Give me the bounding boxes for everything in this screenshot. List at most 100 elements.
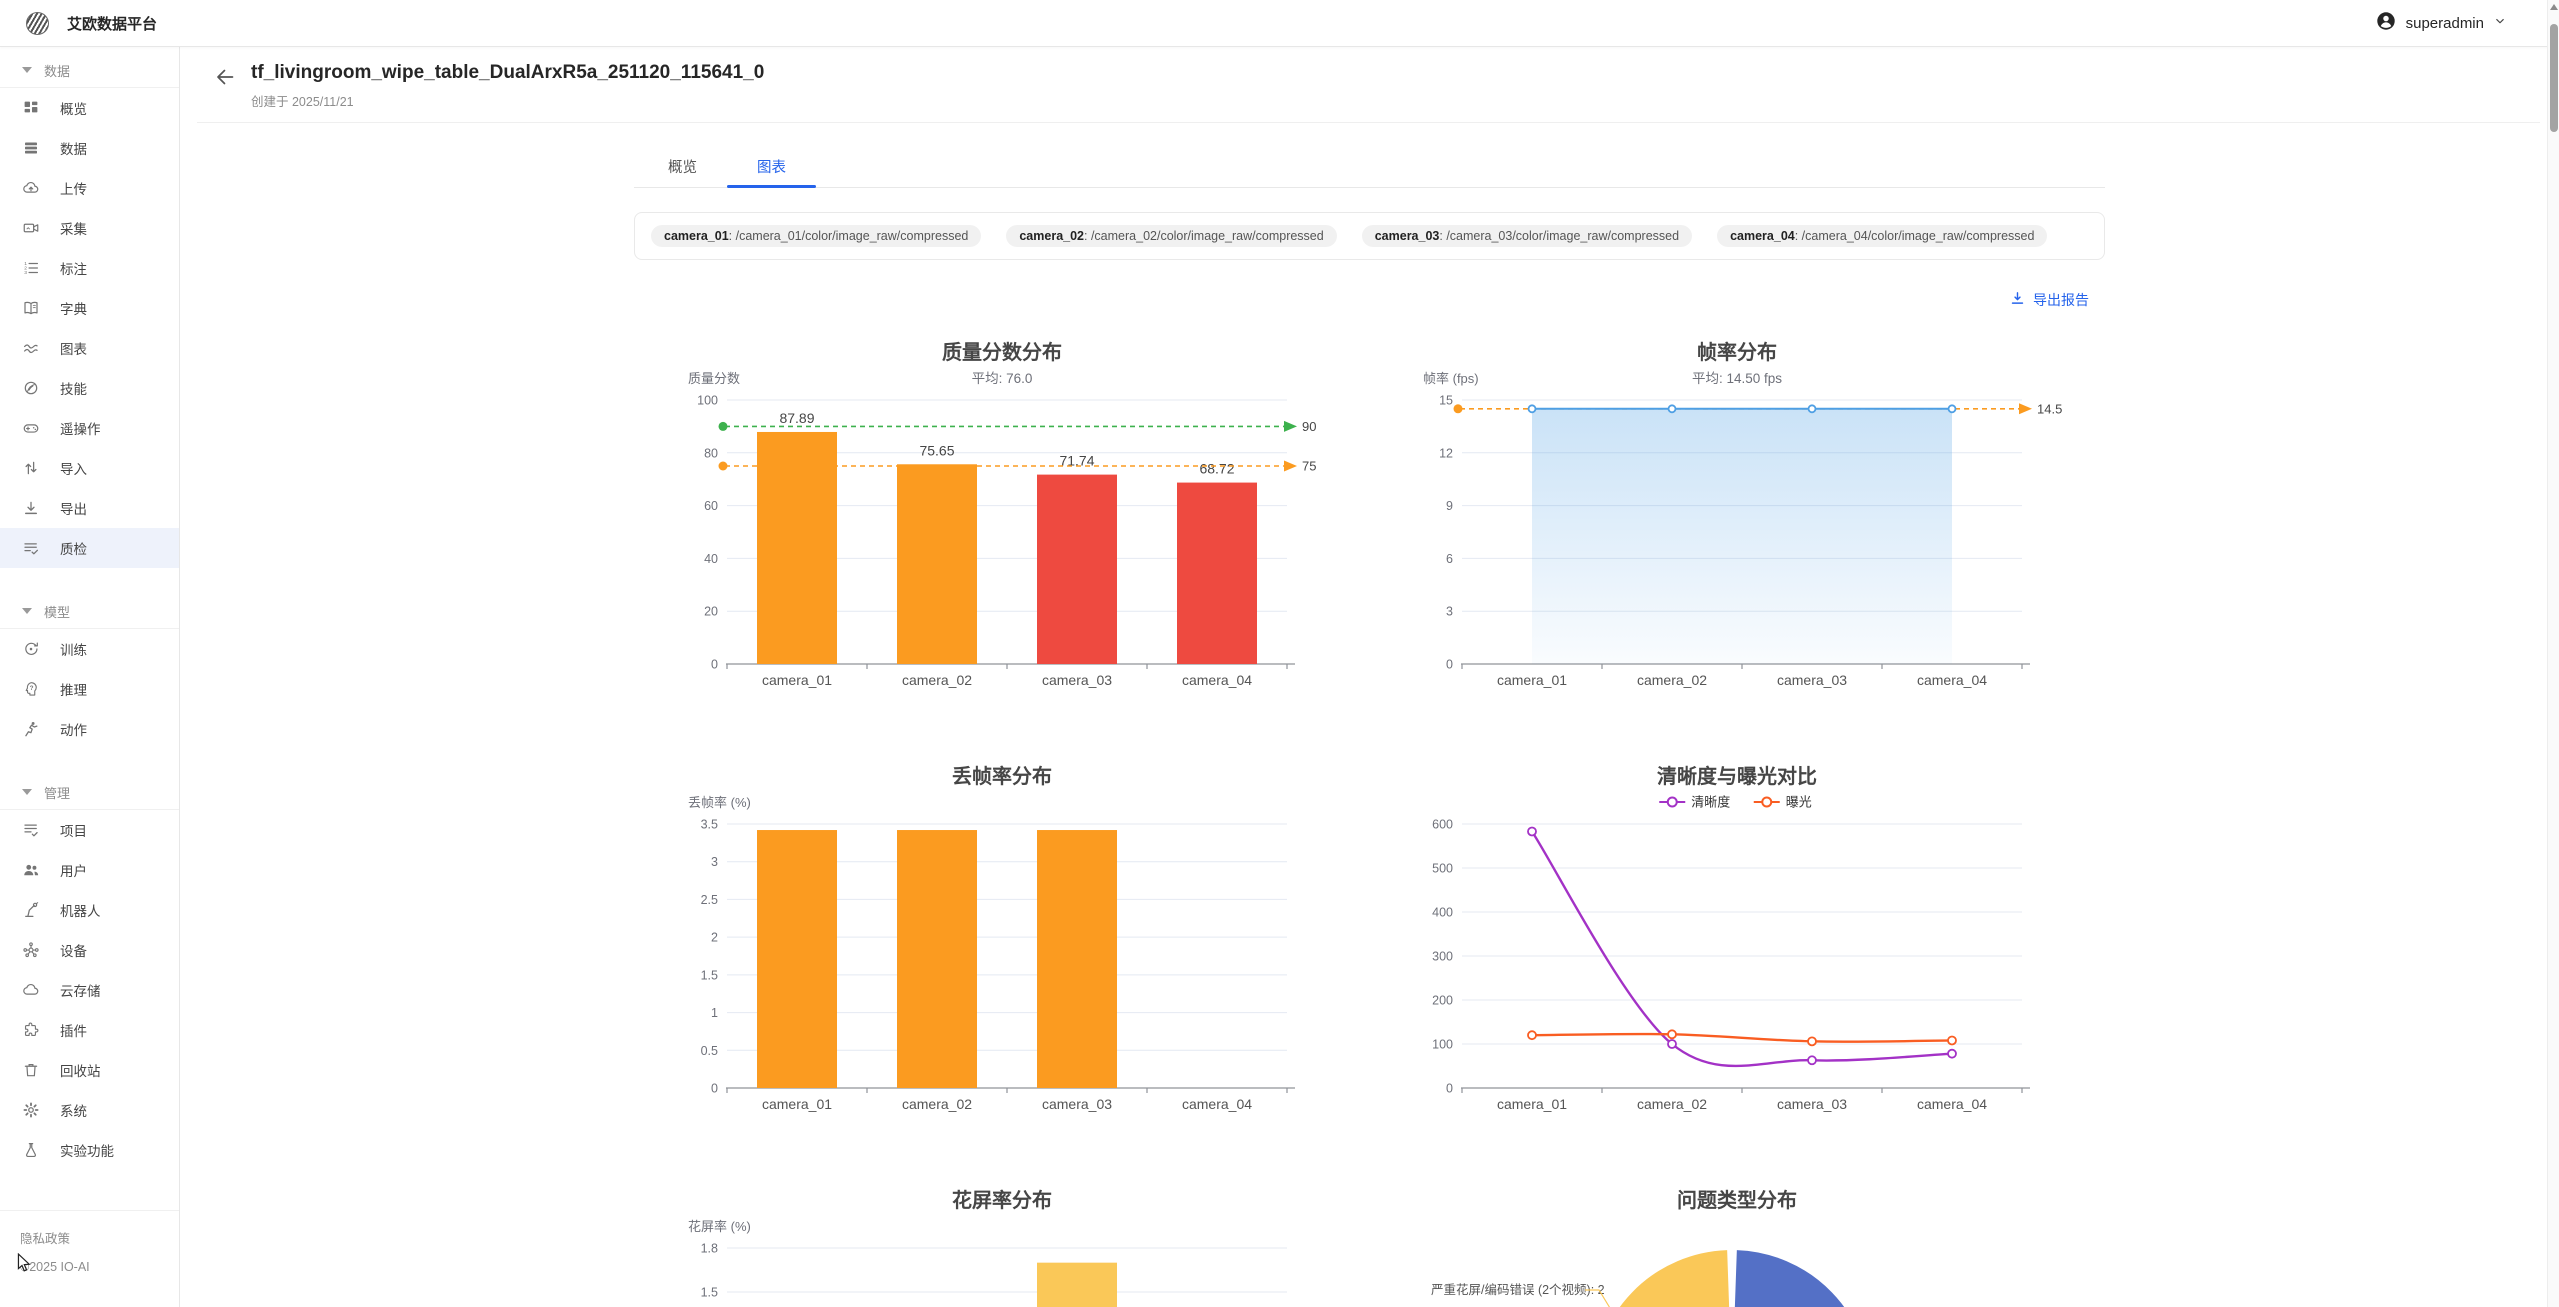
detail-card: 概览图表 camera_01: /camera_01/color/image_r…	[634, 146, 2105, 1307]
sidebar-item-推理[interactable]: ?推理	[0, 669, 179, 709]
sidebar-item-采集[interactable]: 采集	[0, 208, 179, 248]
svg-text:花屏率 (%): 花屏率 (%)	[688, 1219, 751, 1234]
sidebar-item-实验功能[interactable]: 实验功能	[0, 1130, 179, 1170]
sidebar-group-header[interactable]: 模型	[0, 594, 179, 628]
svg-text:3: 3	[1446, 605, 1453, 619]
svg-text:12: 12	[1439, 446, 1453, 460]
sidebar-item-label: 采集	[60, 218, 87, 238]
quality-check-icon	[22, 539, 40, 557]
ordered-list-icon: 123	[22, 259, 40, 277]
sidebar-item-系统[interactable]: 系统	[0, 1090, 179, 1130]
tab-图表[interactable]: 图表	[727, 146, 816, 187]
sidebar-item-标注[interactable]: 123标注	[0, 248, 179, 288]
sidebar-item-上传[interactable]: 上传	[0, 168, 179, 208]
sidebar-item-概览[interactable]: 概览	[0, 88, 179, 128]
chart-quality-svg: 质量分数分布平均: 76.0质量分数020406080100camera_01c…	[672, 334, 1332, 694]
svg-text:camera_03: camera_03	[1777, 1096, 1847, 1112]
user-menu[interactable]: superadmin	[2375, 10, 2507, 37]
svg-text:丢帧率分布: 丢帧率分布	[952, 764, 1052, 788]
tab-概览[interactable]: 概览	[638, 146, 727, 187]
svg-text:清晰度: 清晰度	[1692, 795, 1731, 810]
svg-text:camera_01: camera_01	[762, 1096, 832, 1112]
privacy-policy-link[interactable]: 隐私政策	[20, 1225, 179, 1253]
chart-fps-svg: 帧率分布平均: 14.50 fps帧率 (fps)03691215camera_…	[1407, 334, 2067, 694]
robot-arm-icon	[22, 901, 40, 919]
page-title: tf_livingroom_wipe_table_DualArxR5a_2511…	[251, 61, 764, 85]
sidebar-item-字典[interactable]: 字典	[0, 288, 179, 328]
chart-corruption: 花屏率分布花屏率 (%)00.30.60.91.21.51.8camera_01…	[634, 1182, 1370, 1307]
svg-text:帧率 (fps): 帧率 (fps)	[1423, 371, 1479, 386]
svg-text:0: 0	[711, 658, 718, 672]
sidebar-group-label: 管理	[44, 783, 70, 802]
gamepad-icon	[22, 419, 40, 437]
svg-text:200: 200	[1432, 994, 1453, 1008]
scroll-up-icon[interactable]	[2550, 4, 2558, 10]
import-arrows-icon	[22, 459, 40, 477]
download-icon	[22, 499, 40, 517]
sidebar-item-label: 动作	[60, 719, 87, 739]
sidebar-item-label: 云存储	[60, 980, 101, 1000]
app-logo-icon	[26, 12, 49, 35]
sidebar-item-遥操作[interactable]: 遥操作	[0, 408, 179, 448]
refresh-icon	[22, 640, 40, 658]
svg-text:平均: 14.50 fps: 平均: 14.50 fps	[1692, 371, 1782, 386]
svg-text:0: 0	[1446, 1082, 1453, 1096]
caret-down-icon	[22, 608, 32, 614]
svg-text:0: 0	[711, 1082, 718, 1096]
svg-text:camera_01: camera_01	[762, 672, 832, 688]
sidebar-item-图表[interactable]: 图表	[0, 328, 179, 368]
sidebar-item-label: 导出	[60, 498, 87, 518]
sidebar-item-label: 字典	[60, 298, 87, 318]
charts-grid: 质量分数分布平均: 76.0质量分数020406080100camera_01c…	[634, 334, 2105, 1307]
svg-text:87.89: 87.89	[779, 410, 814, 426]
sidebar-item-设备[interactable]: 设备	[0, 930, 179, 970]
svg-text:500: 500	[1432, 862, 1453, 876]
sidebar-item-动作[interactable]: 动作	[0, 709, 179, 749]
chart-quality: 质量分数分布平均: 76.0质量分数020406080100camera_01c…	[634, 334, 1370, 694]
sidebar-item-导入[interactable]: 导入	[0, 448, 179, 488]
sidebar-item-label: 数据	[60, 138, 87, 158]
svg-text:严重花屏/编码错误 (2个视频): 2: 严重花屏/编码错误 (2个视频): 2	[1431, 1282, 1605, 1297]
sidebar-group: 管理项目用户机器人设备云存储插件回收站系统实验功能	[0, 775, 179, 1170]
svg-text:camera_04: camera_04	[1182, 1096, 1252, 1112]
chart-issues: 问题类型分布严重花屏/编码错误 (2个视频): 2	[1370, 1182, 2106, 1307]
user-name: superadmin	[2406, 15, 2484, 32]
chart-issues-svg: 问题类型分布严重花屏/编码错误 (2个视频): 2	[1407, 1182, 2067, 1307]
runner-icon	[22, 720, 40, 738]
chevron-down-icon	[2493, 14, 2507, 33]
sidebar-group-header[interactable]: 数据	[0, 53, 179, 87]
head-question-icon: ?	[22, 680, 40, 698]
tab-bar: 概览图表	[634, 146, 2105, 188]
export-report-button[interactable]: 导出报告	[2009, 290, 2089, 310]
sidebar-item-技能[interactable]: 技能	[0, 368, 179, 408]
sidebar-group-header[interactable]: 管理	[0, 775, 179, 809]
trash-icon	[22, 1061, 40, 1079]
sidebar-footer: 隐私政策 ©2025 IO-AI	[0, 1210, 179, 1281]
svg-text:3: 3	[24, 270, 27, 276]
topbar: 艾欧数据平台 superadmin	[0, 0, 2559, 47]
svg-text:camera_03: camera_03	[1042, 672, 1112, 688]
sidebar-item-label: 质检	[60, 538, 87, 558]
svg-text:15: 15	[1439, 394, 1453, 408]
sidebar-item-导出[interactable]: 导出	[0, 488, 179, 528]
svg-text:1.5: 1.5	[700, 1286, 717, 1300]
sidebar-item-用户[interactable]: 用户	[0, 850, 179, 890]
svg-text:camera_02: camera_02	[902, 672, 972, 688]
sidebar-item-label: 图表	[60, 338, 87, 358]
svg-text:75: 75	[1302, 459, 1316, 474]
sidebar-item-项目[interactable]: 项目	[0, 810, 179, 850]
sidebar-item-质检[interactable]: 质检	[0, 528, 179, 568]
sidebar-item-回收站[interactable]: 回收站	[0, 1050, 179, 1090]
sidebar-item-label: 上传	[60, 178, 87, 198]
sidebar-item-训练[interactable]: 训练	[0, 629, 179, 669]
sidebar-item-插件[interactable]: 插件	[0, 1010, 179, 1050]
device-nodes-icon	[22, 941, 40, 959]
svg-text:1.8: 1.8	[700, 1242, 717, 1256]
sidebar-item-机器人[interactable]: 机器人	[0, 890, 179, 930]
scrollbar-thumb[interactable]	[2550, 24, 2558, 132]
sidebar-item-云存储[interactable]: 云存储	[0, 970, 179, 1010]
back-arrow-icon[interactable]	[213, 65, 237, 89]
sidebar-item-数据[interactable]: 数据	[0, 128, 179, 168]
page-scrollbar[interactable]	[2547, 0, 2559, 1307]
svg-text:300: 300	[1432, 950, 1453, 964]
